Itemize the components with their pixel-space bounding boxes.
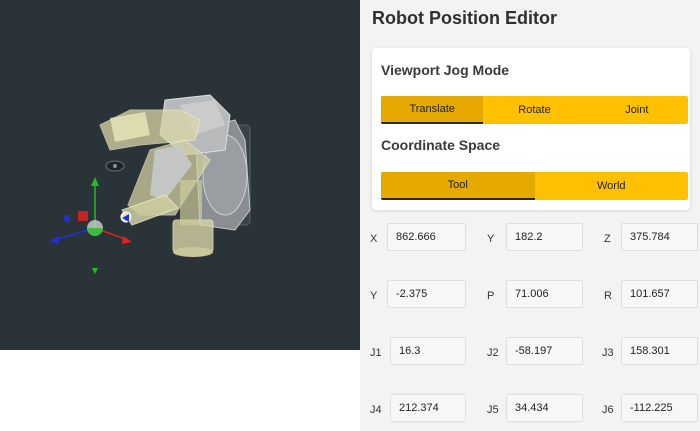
y-input[interactable]: 182.2 [506, 223, 583, 251]
field-label-x: X [370, 233, 378, 245]
field-label-j4: J4 [370, 404, 382, 416]
editor-panel: Robot Position Editor Viewport Jog Mode … [360, 0, 700, 431]
field-label-j6: J6 [602, 404, 614, 416]
j6-input[interactable]: -112.225 [621, 394, 698, 422]
field-label-pitch: P [487, 290, 495, 302]
robot-scene[interactable] [0, 0, 360, 350]
coord-option-world[interactable]: World [535, 172, 689, 200]
coordinate-space-segmented-control: Tool World [381, 172, 688, 200]
jog-settings-card: Viewport Jog Mode Translate Rotate Joint… [372, 48, 690, 210]
jog-mode-heading: Viewport Jog Mode [381, 62, 510, 78]
j3-input[interactable]: 158.301 [621, 337, 698, 365]
translate-gizmo-icon[interactable] [50, 177, 132, 274]
field-label-j1: J1 [370, 347, 382, 359]
pitch-input[interactable]: 71.006 [506, 280, 583, 308]
z-input[interactable]: 375.784 [621, 223, 698, 251]
j4-input[interactable]: 212.374 [390, 394, 466, 422]
coord-option-tool[interactable]: Tool [381, 172, 535, 200]
jog-option-translate[interactable]: Translate [381, 96, 484, 124]
field-label-j3: J3 [602, 347, 614, 359]
3d-viewport[interactable] [0, 0, 360, 350]
j5-input[interactable]: 34.434 [506, 394, 583, 422]
roll-input[interactable]: 101.657 [621, 280, 698, 308]
j2-input[interactable]: -58.197 [506, 337, 583, 365]
j1-input[interactable]: 16.3 [390, 337, 466, 365]
robot-model[interactable] [99, 94, 251, 257]
field-label-j5: J5 [487, 404, 499, 416]
coordinate-space-heading: Coordinate Space [381, 137, 501, 153]
jog-mode-segmented-control: Translate Rotate Joint [381, 96, 688, 124]
jog-option-rotate[interactable]: Rotate [483, 96, 585, 124]
field-label-y: Y [487, 233, 495, 245]
yaw-input[interactable]: -2.375 [387, 280, 466, 308]
jog-option-joint[interactable]: Joint [586, 96, 688, 124]
field-label-j2: J2 [487, 347, 499, 359]
field-label-z: Z [604, 233, 611, 245]
field-label-yaw: Y [370, 290, 378, 302]
x-input[interactable]: 862.666 [387, 223, 466, 251]
field-label-roll: R [604, 290, 612, 302]
page-title: Robot Position Editor [372, 8, 557, 28]
